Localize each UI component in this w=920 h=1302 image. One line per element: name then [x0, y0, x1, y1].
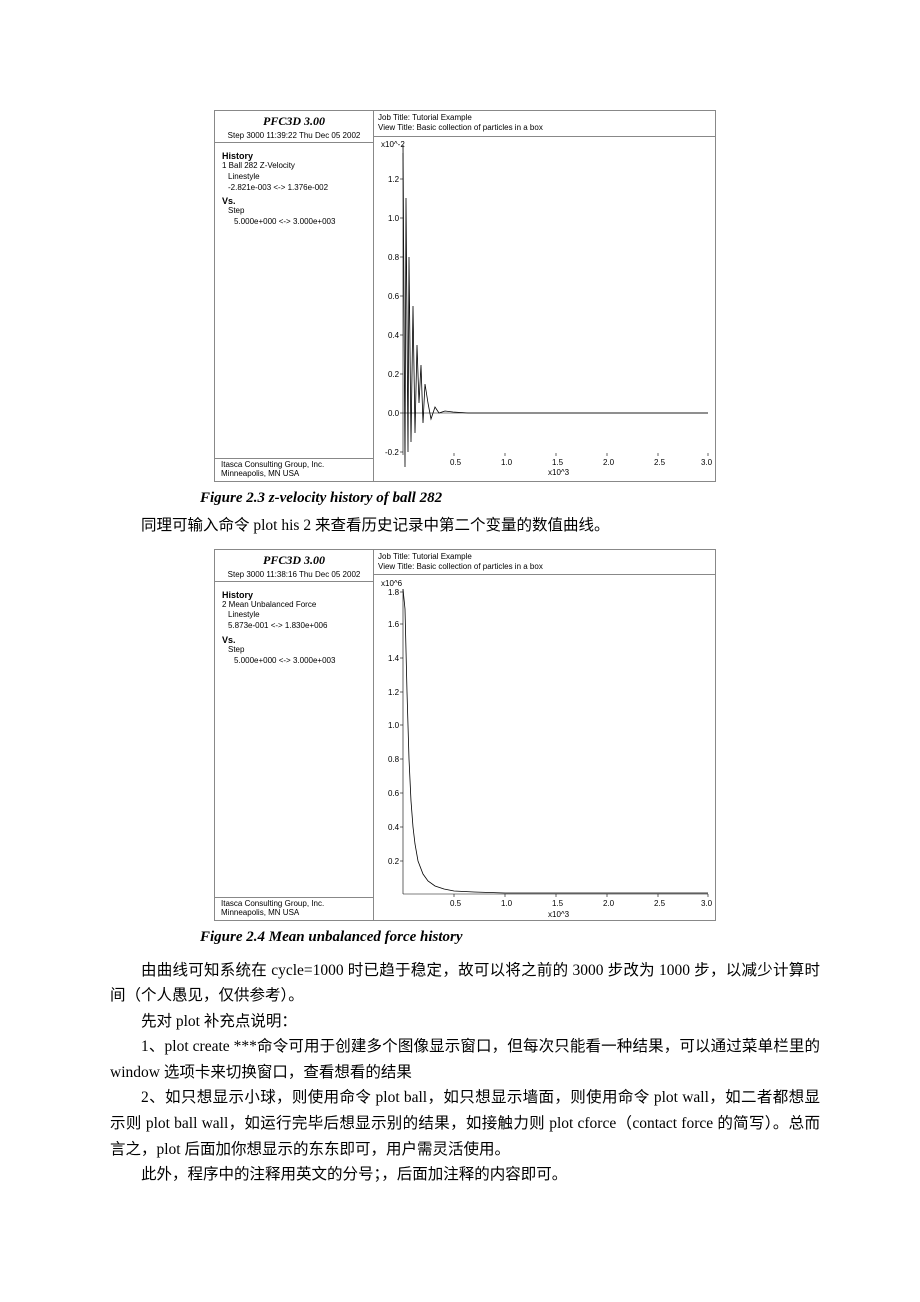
software-title: PFC3D 3.00 [221, 114, 367, 129]
svg-text:0.8: 0.8 [388, 755, 400, 764]
paragraph: 由曲线可知系统在 cycle=1000 时已趋于稳定，故可以将之前的 3000 … [110, 958, 820, 1009]
svg-text:1.6: 1.6 [388, 620, 400, 629]
figure-caption: Figure 2.4 Mean unbalanced force history [200, 929, 820, 946]
plot-panel: Job Title: Tutorial Example View Title: … [373, 111, 715, 481]
software-title: PFC3D 3.00 [221, 553, 367, 568]
vs-line: Step [222, 206, 366, 217]
job-title: Job Title: Tutorial Example [378, 552, 710, 562]
x-multiplier: x10^3 [548, 910, 570, 919]
plot-panel: Job Title: Tutorial Example View Title: … [373, 550, 715, 920]
svg-text:2.0: 2.0 [603, 458, 615, 467]
job-title: Job Title: Tutorial Example [378, 113, 710, 123]
history-heading: History [222, 590, 366, 600]
history-line: Linestyle [222, 172, 366, 183]
paragraph: 同理可输入命令 plot his 2 来查看历史记录中第二个变量的数值曲线。 [110, 513, 820, 539]
figure-caption: Figure 2.3 z-velocity history of ball 28… [200, 490, 820, 507]
series-line [403, 145, 708, 467]
series-line [403, 589, 708, 893]
svg-text:1.8: 1.8 [388, 588, 400, 597]
svg-text:0.6: 0.6 [388, 292, 400, 301]
svg-text:0.5: 0.5 [450, 458, 462, 467]
y-ticks: -0.2 0.0 0.2 0.4 0.6 0.8 1.0 1.2 [385, 175, 403, 457]
footer-location: Minneapolis, MN USA [221, 470, 367, 479]
svg-text:0.5: 0.5 [450, 899, 462, 908]
history-line: 5.873e-001 <-> 1.830e+006 [222, 621, 366, 632]
svg-text:1.2: 1.2 [388, 175, 400, 184]
y-multiplier: x10^6 [381, 579, 403, 588]
svg-text:1.0: 1.0 [501, 899, 513, 908]
step-info: Step 3000 11:39:22 Thu Dec 05 2002 [221, 131, 367, 140]
x-ticks: 0.5 1.0 1.5 2.0 2.5 3.0 [450, 894, 713, 908]
svg-text:-0.2: -0.2 [385, 448, 399, 457]
svg-text:1.5: 1.5 [552, 899, 564, 908]
history-line: 1 Ball 282 Z-Velocity [222, 161, 366, 172]
svg-text:0.2: 0.2 [388, 370, 400, 379]
svg-text:2.5: 2.5 [654, 899, 666, 908]
vs-line: 5.000e+000 <-> 3.000e+003 [222, 217, 366, 228]
figure-2-3: PFC3D 3.00 Step 3000 11:39:22 Thu Dec 05… [214, 110, 716, 482]
svg-text:0.8: 0.8 [388, 253, 400, 262]
chart-sidebar: PFC3D 3.00 Step 3000 11:38:16 Thu Dec 05… [215, 550, 374, 920]
svg-text:1.4: 1.4 [388, 654, 400, 663]
step-info: Step 3000 11:38:16 Thu Dec 05 2002 [221, 570, 367, 579]
view-title: View Title: Basic collection of particle… [378, 562, 710, 572]
svg-text:1.0: 1.0 [388, 214, 400, 223]
vs-heading: Vs. [222, 635, 366, 645]
svg-text:0.0: 0.0 [388, 409, 400, 418]
history-line: -2.821e-003 <-> 1.376e-002 [222, 183, 366, 194]
chart-svg-1: x10^-2 -0.2 0.0 0.2 0.4 0.6 0.8 1.0 1.2 [373, 135, 715, 481]
svg-text:1.5: 1.5 [552, 458, 564, 467]
svg-text:2.5: 2.5 [654, 458, 666, 467]
chart-sidebar: PFC3D 3.00 Step 3000 11:39:22 Thu Dec 05… [215, 111, 374, 481]
svg-text:3.0: 3.0 [701, 458, 713, 467]
svg-text:0.4: 0.4 [388, 823, 400, 832]
view-title: View Title: Basic collection of particle… [378, 123, 710, 133]
svg-text:2.0: 2.0 [603, 899, 615, 908]
chart-svg-2: x10^6 0.2 0.4 0.6 0.8 1.0 1.2 1.4 1.6 1.… [373, 574, 715, 920]
history-line: 2 Mean Unbalanced Force [222, 600, 366, 611]
history-heading: History [222, 151, 366, 161]
x-ticks: 0.5 1.0 1.5 2.0 2.5 3.0 [450, 453, 713, 467]
paragraph: 1、plot create ***命令可用于创建多个图像显示窗口，但每次只能看一… [110, 1034, 820, 1085]
history-line: Linestyle [222, 610, 366, 621]
paragraph: 先对 plot 补充点说明： [110, 1009, 820, 1035]
svg-text:0.6: 0.6 [388, 789, 400, 798]
svg-text:0.2: 0.2 [388, 857, 400, 866]
svg-text:3.0: 3.0 [701, 899, 713, 908]
vs-line: Step [222, 645, 366, 656]
x-multiplier: x10^3 [548, 468, 570, 477]
svg-text:1.0: 1.0 [501, 458, 513, 467]
svg-text:1.0: 1.0 [388, 721, 400, 730]
vs-heading: Vs. [222, 196, 366, 206]
svg-text:1.2: 1.2 [388, 688, 400, 697]
paragraph: 2、如只想显示小球，则使用命令 plot ball，如只想显示墙面，则使用命令 … [110, 1085, 820, 1162]
svg-text:0.4: 0.4 [388, 331, 400, 340]
y-multiplier: x10^-2 [381, 140, 405, 149]
paragraph: 此外，程序中的注释用英文的分号；，后面加注释的内容即可。 [110, 1162, 820, 1188]
footer-location: Minneapolis, MN USA [221, 909, 367, 918]
y-ticks: 0.2 0.4 0.6 0.8 1.0 1.2 1.4 1.6 1.8 [388, 588, 403, 866]
vs-line: 5.000e+000 <-> 3.000e+003 [222, 656, 366, 667]
figure-2-4: PFC3D 3.00 Step 3000 11:38:16 Thu Dec 05… [214, 549, 716, 921]
